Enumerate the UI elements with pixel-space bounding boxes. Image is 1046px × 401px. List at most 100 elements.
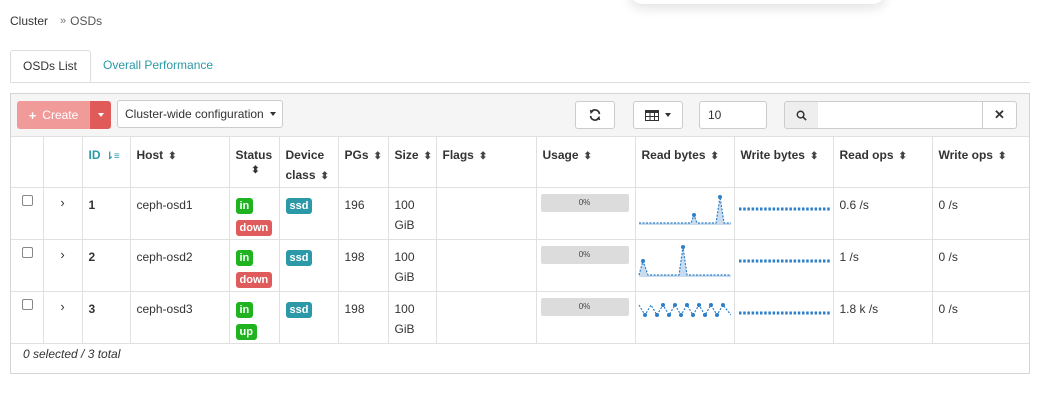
header-select (11, 136, 44, 188)
sort-icon: ⬍ (583, 151, 592, 162)
size-cell: 100 GiB (387, 187, 437, 240)
refresh-button[interactable] (575, 101, 615, 129)
usage-progress-bar: 0% (540, 194, 629, 212)
caret-down-icon (97, 113, 104, 117)
pgs-cell: 196 (337, 187, 389, 240)
page-size-input[interactable] (699, 101, 767, 129)
status-cell: in down (228, 187, 280, 240)
osd-pgs: 196 (344, 198, 365, 212)
read-bytes-cell (634, 239, 735, 292)
refresh-icon (589, 109, 601, 121)
column-toggle-button[interactable] (633, 101, 683, 129)
read-bytes-cell (634, 187, 735, 240)
osd-read-ops: 1.8 k /s (839, 302, 879, 316)
device-class-badge: ssd (285, 250, 313, 266)
header-pgs[interactable]: PGs ⬍ (337, 136, 389, 188)
size-cell: 100 GiB (387, 239, 437, 292)
host-cell: ceph-osd2 (129, 239, 230, 292)
header-status[interactable]: Status ⬍ (228, 136, 280, 188)
floating-notification-shadow (630, 0, 885, 4)
status-badge-down: down (235, 220, 273, 236)
sort-icon: ⬍ (251, 165, 260, 176)
row-checkbox[interactable] (22, 195, 33, 206)
header-read-bytes[interactable]: Read bytes ⬍ (634, 136, 735, 188)
table-row[interactable]: › 1 ceph-osd1 in down ssd 196 100 GiB 0% (11, 187, 1029, 240)
cluster-wide-config-label: Cluster-wide configuration (125, 107, 264, 121)
sort-icon: ⬍ (373, 151, 382, 162)
clear-search-button[interactable]: ✕ (982, 101, 1017, 129)
osd-flags (437, 292, 536, 299)
write-bytes-cell (733, 239, 834, 292)
osd-host: ceph-osd1 (136, 198, 193, 212)
usage-progress-bar: 0% (540, 298, 629, 316)
usage-cell: 0% (535, 239, 636, 292)
pgs-cell: 198 (337, 239, 389, 292)
osd-size: 100 GiB (394, 302, 415, 336)
header-read-bytes-label: Read bytes (641, 148, 706, 162)
header-write-bytes[interactable]: Write bytes ⬍ (733, 136, 834, 188)
header-id[interactable]: ID ⇂≡ (81, 136, 131, 188)
tab-osds-list[interactable]: OSDs List (10, 50, 91, 82)
device-class-badge: ssd (285, 302, 313, 318)
table-columns-icon (645, 109, 659, 121)
sort-icon: ⬍ (320, 171, 329, 182)
header-usage[interactable]: Usage ⬍ (535, 136, 636, 188)
write-ops-cell: 0 /s (931, 239, 1029, 292)
osd-host: ceph-osd3 (136, 302, 193, 316)
breadcrumb-cluster[interactable]: Cluster (10, 14, 48, 28)
osd-write-ops: 0 /s (938, 250, 958, 264)
osd-read-ops: 1 /s (839, 250, 859, 264)
header-host[interactable]: Host ⬍ (129, 136, 230, 188)
header-write-bytes-label: Write bytes (740, 148, 805, 162)
table-header-row: ID ⇂≡ Host ⬍ Status ⬍ Device class ⬍ PGs ⬍ Si… (11, 136, 1029, 188)
status-badge-in: in (235, 198, 254, 214)
caret-down-icon (665, 113, 671, 117)
create-dropdown-toggle[interactable] (90, 101, 111, 129)
table-toolbar: + Create Cluster-wide configuration 10 ✕ (11, 94, 1029, 137)
row-checkbox[interactable] (22, 247, 33, 258)
header-write-ops-label: Write ops (938, 148, 993, 162)
header-usage-label: Usage (542, 148, 579, 162)
osd-id: 1 (88, 198, 96, 212)
create-button[interactable]: + Create (17, 101, 90, 129)
header-device-class[interactable]: Device class ⬍ (278, 136, 339, 188)
row-select-cell (11, 187, 44, 240)
table-row[interactable]: › 2 ceph-osd2 in down ssd 198 100 GiB 0% (11, 239, 1029, 292)
row-checkbox[interactable] (22, 299, 33, 310)
chevron-right-icon[interactable]: › (44, 292, 82, 314)
id-cell: 2 (81, 239, 131, 292)
osd-pgs: 198 (344, 302, 365, 316)
close-icon: ✕ (994, 107, 1005, 122)
breadcrumb-current: OSDs (70, 14, 103, 28)
header-read-ops[interactable]: Read ops ⬍ (832, 136, 933, 188)
table-footer-summary: 0 selected / 3 total (23, 347, 121, 361)
search-input[interactable] (818, 101, 983, 129)
header-size[interactable]: Size ⬍ (387, 136, 437, 188)
write-bytes-sparkline (738, 311, 830, 315)
sort-icon: ⬍ (809, 151, 819, 162)
chevron-right-icon[interactable]: › (44, 240, 82, 262)
write-bytes-sparkline (738, 207, 830, 211)
search-addon (784, 101, 819, 129)
write-bytes-sparkline (738, 259, 830, 263)
header-flags[interactable]: Flags ⬍ (435, 136, 537, 188)
osd-size: 100 GiB (394, 198, 415, 232)
status-badge-in: in (235, 302, 254, 318)
usage-cell: 0% (535, 187, 636, 240)
flags-cell (435, 239, 537, 292)
sort-icon: ⬍ (710, 151, 719, 162)
read-bytes-sparkline (637, 245, 731, 277)
row-expand-cell: › (42, 239, 83, 292)
usage-progress-bar: 0% (540, 246, 629, 264)
osd-id: 3 (88, 302, 96, 316)
osd-id: 2 (88, 250, 96, 264)
cluster-wide-config-button[interactable]: Cluster-wide configuration (117, 100, 283, 128)
caret-down-icon (269, 112, 276, 116)
tab-overall-performance[interactable]: Overall Performance (91, 50, 225, 82)
header-write-ops[interactable]: Write ops ⬍ (931, 136, 1029, 188)
sort-icon: ⬍ (168, 151, 177, 162)
id-cell: 1 (81, 187, 131, 240)
chevron-right-icon[interactable]: › (44, 188, 82, 210)
sort-icon: ⬍ (423, 151, 432, 162)
read-ops-cell: 0.6 /s (832, 187, 933, 240)
